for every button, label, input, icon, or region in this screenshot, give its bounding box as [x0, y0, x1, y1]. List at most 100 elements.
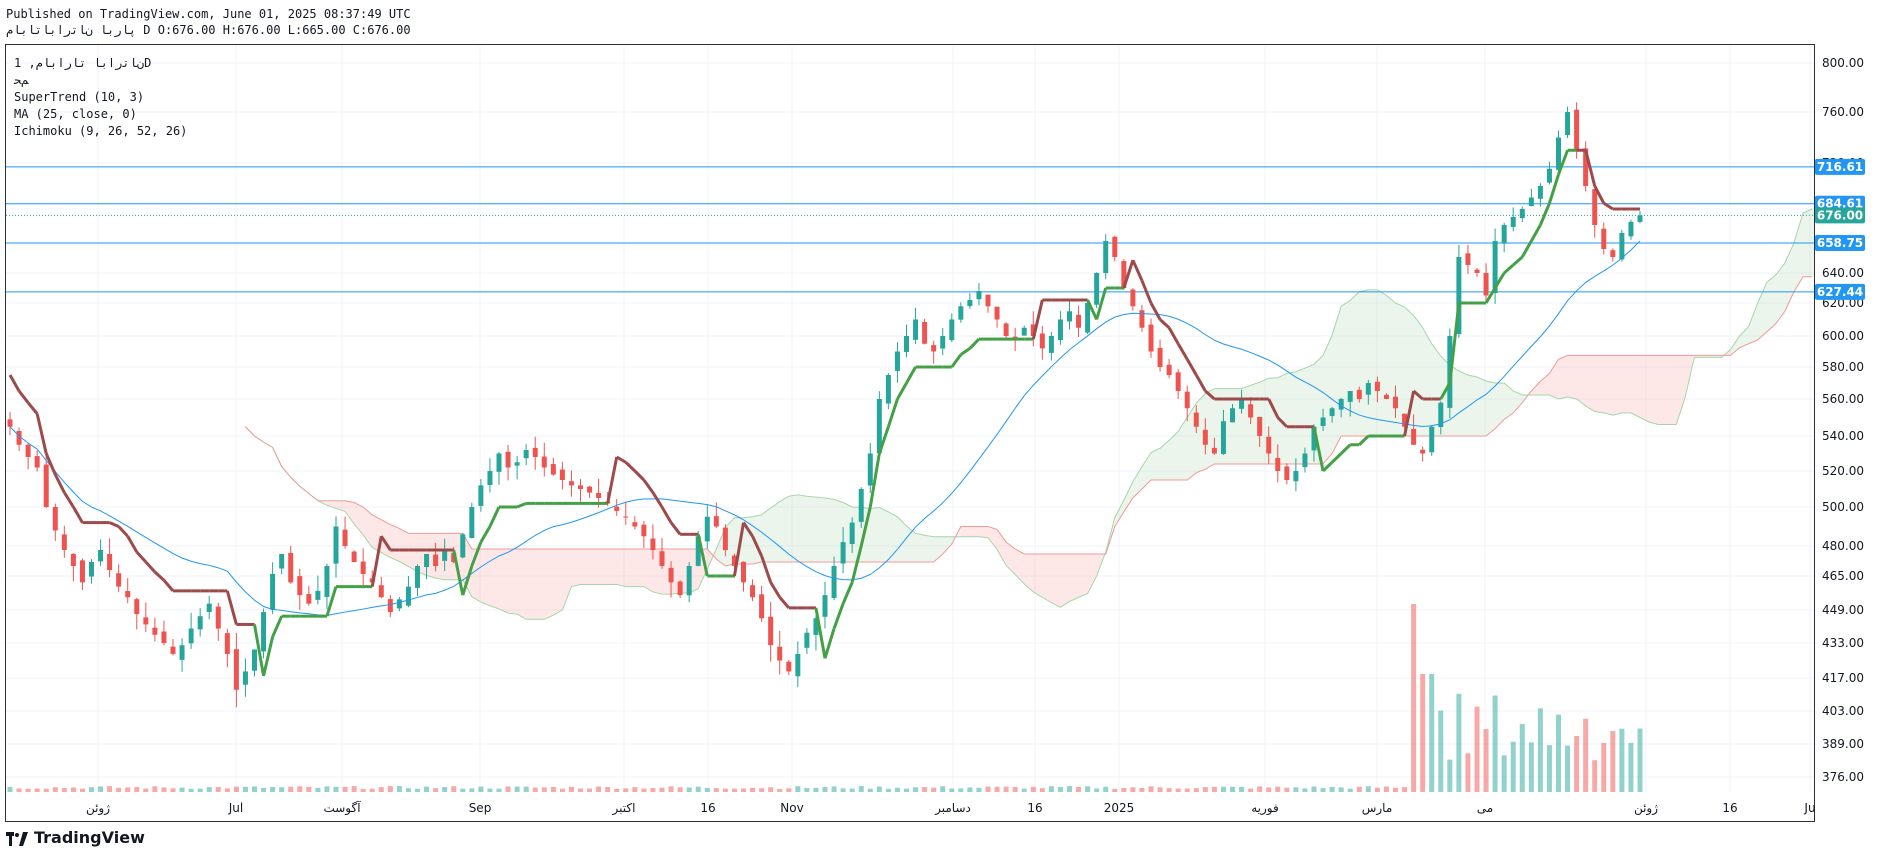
supertrend-segment [669, 521, 682, 536]
volume-bar [523, 786, 529, 792]
candle-body [7, 419, 13, 427]
volume-bar [415, 788, 420, 792]
cloud-segment [1630, 355, 1640, 418]
supertrend-segment [1530, 224, 1542, 242]
volume-bar [795, 786, 801, 792]
candle-body [904, 336, 909, 352]
volume-bar [623, 788, 629, 792]
cloud-segment [553, 549, 563, 616]
candle-body [1076, 314, 1082, 328]
volume-bar [396, 786, 402, 792]
cloud-segment [1241, 385, 1251, 464]
volume-bar [188, 788, 194, 792]
cloud-segment [1323, 335, 1333, 464]
candle-body [1546, 168, 1552, 183]
candle-body [777, 646, 783, 661]
cloud-segment [1621, 355, 1631, 413]
cloud-segment [1151, 448, 1161, 480]
legend-ma[interactable]: MA (25, close, 0) [14, 106, 187, 123]
x-tick-label: آگوست [323, 800, 361, 816]
candle-body [1411, 429, 1417, 445]
candle-body [261, 612, 267, 652]
price-chart[interactable]: 800.00760.00720.00680.00640.00620.00600.… [0, 0, 1878, 858]
legend-ichimoku[interactable]: Ichimoku (9, 26, 52, 26) [14, 123, 187, 140]
volume-bar [532, 787, 538, 792]
cloud-segment [598, 549, 608, 585]
volume-bar [1393, 787, 1398, 792]
volume-bar [1411, 604, 1417, 792]
volume-bar [1483, 729, 1489, 792]
volume-bar [261, 787, 267, 792]
candle-body [822, 595, 828, 617]
volume-bar [1266, 787, 1272, 792]
cloud-segment [1766, 274, 1776, 332]
tradingview-brand[interactable]: TradingView [6, 828, 145, 847]
candle-body [478, 485, 484, 506]
volume-bar [994, 786, 1000, 792]
volume-bar [70, 787, 76, 792]
candle-body [1519, 209, 1525, 219]
candle-body [1067, 311, 1072, 322]
supertrend-segment [109, 521, 120, 528]
volume-bar [1076, 786, 1082, 792]
candle-body [1220, 421, 1226, 454]
supertrend-segment [841, 581, 854, 605]
candle-body [1057, 319, 1063, 341]
candle-body [116, 573, 122, 587]
cloud-segment [1540, 373, 1550, 395]
y-tick-label: 433.00 [1822, 636, 1864, 650]
volume-bar [768, 787, 774, 792]
cloud-segment [879, 507, 889, 562]
candle-body [686, 566, 692, 596]
y-tick-label: 417.00 [1822, 671, 1864, 685]
cloud-segment [562, 549, 572, 610]
volume-bar [1067, 786, 1072, 792]
cloud-segment [906, 526, 916, 562]
volume-bar [161, 787, 167, 792]
volume-bar [1420, 674, 1426, 792]
legend-supertrend[interactable]: SuperTrend (10, 3) [14, 89, 187, 106]
candle-body [641, 524, 647, 537]
volume-bar [786, 788, 792, 792]
cloud-segment [1812, 207, 1814, 277]
volume-bar [876, 786, 882, 792]
price-label-text: 627.44 [1817, 285, 1863, 299]
y-tick-label: 580.00 [1822, 360, 1864, 374]
volume-bar [1474, 706, 1480, 792]
cloud-segment [1141, 452, 1151, 489]
cloud-segment [1585, 355, 1595, 412]
legend-symbol[interactable]: ﻥﺎﺗراﺑﺎ ﺗﺎراﺑﺎﻡ, 1D [14, 55, 187, 72]
candle-body [315, 590, 321, 600]
volume-bar [7, 786, 13, 792]
volume-bar [596, 786, 602, 792]
volume-bar [1130, 787, 1136, 792]
candle-body [940, 336, 946, 349]
candle-body [994, 306, 1000, 320]
volume-bar [442, 787, 448, 792]
candle-body [1157, 347, 1163, 367]
volume-bar [1601, 742, 1607, 792]
candle-body [161, 631, 167, 643]
cloud-segment [978, 526, 988, 538]
volume-bar [1094, 788, 1100, 792]
candle-body [985, 294, 991, 307]
volume-bar [741, 788, 746, 792]
volume-bar [1193, 788, 1199, 792]
candle-body [70, 553, 76, 566]
x-tick-label: ژوئن [1634, 801, 1658, 816]
candle-body [541, 456, 547, 468]
volume-bar [894, 787, 900, 792]
candle-body [1383, 394, 1389, 399]
volume-bar [1103, 786, 1109, 792]
volume-bar [79, 788, 85, 792]
volume-bar [1456, 693, 1462, 792]
x-tick-label: دسامبر [934, 801, 971, 816]
candle-body [34, 456, 40, 468]
volume-bar [1275, 786, 1281, 792]
brand-name: TradingView [34, 828, 145, 847]
volume-bar [1166, 788, 1172, 792]
candle-body [1637, 215, 1643, 222]
volume-bar [288, 786, 294, 792]
supertrend-segment [1322, 461, 1334, 473]
candle-body [1275, 457, 1281, 471]
